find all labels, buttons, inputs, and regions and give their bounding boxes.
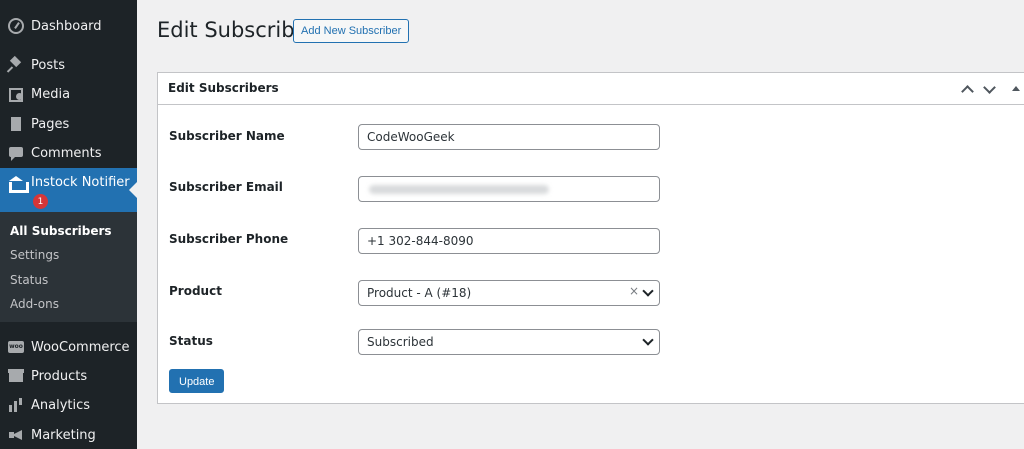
sidebar-submenu: All Subscribers Settings Status Add-ons — [0, 212, 137, 322]
sidebar-item-comments[interactable]: Comments — [0, 138, 137, 168]
sidebar-item-label: Pages — [31, 116, 70, 132]
redacted-email — [369, 185, 549, 194]
status-select[interactable]: Subscribed — [358, 329, 660, 355]
status-selected-value: Subscribed — [367, 335, 434, 349]
submenu-all-subscribers[interactable]: All Subscribers — [10, 224, 112, 238]
pushpin-icon — [8, 57, 24, 73]
sidebar-item-label: Media — [31, 86, 71, 102]
edit-subscribers-box: Edit Subscribers Subscriber Name Subscri… — [157, 72, 1024, 404]
product-select[interactable]: Product - A (#18) × — [358, 280, 660, 306]
chevron-down-icon — [642, 336, 652, 346]
clear-selection-icon[interactable]: × — [629, 284, 639, 298]
subscriber-phone-label: Subscriber Phone — [169, 232, 289, 246]
submenu-status[interactable]: Status — [10, 273, 48, 287]
add-new-subscriber-button[interactable]: Add New Subscriber — [293, 19, 410, 43]
sidebar-item-label: Instock Notifier — [31, 175, 130, 190]
notification-badge: 1 — [33, 194, 48, 209]
sidebar-item-label: Marketing — [31, 427, 96, 443]
sidebar-item-label: Comments — [31, 145, 102, 161]
move-up-icon[interactable] — [960, 82, 974, 96]
subscriber-name-input[interactable] — [358, 124, 660, 150]
megaphone-icon — [8, 427, 24, 443]
subscriber-name-label: Subscriber Name — [169, 129, 285, 143]
subscriber-email-label: Subscriber Email — [169, 180, 283, 194]
woocommerce-icon — [8, 339, 24, 355]
postbox-title: Edit Subscribers — [168, 81, 279, 95]
collapse-toggle-icon[interactable] — [1009, 82, 1023, 96]
box-icon — [8, 368, 24, 384]
sidebar-item-woocommerce[interactable]: WooCommerce — [0, 332, 137, 362]
admin-sidebar: Dashboard Posts Media Pages Comments Ins… — [0, 0, 137, 449]
sidebar-item-dashboard[interactable]: Dashboard — [0, 11, 137, 41]
pages-icon — [8, 116, 24, 132]
media-icon — [8, 86, 24, 102]
sidebar-item-analytics[interactable]: Analytics — [0, 390, 137, 420]
sidebar-item-label: Analytics — [31, 397, 91, 413]
sidebar-item-instock-notifier[interactable]: Instock Notifier 1 — [0, 168, 137, 212]
sidebar-item-pages[interactable]: Pages — [0, 109, 137, 139]
product-selected-value: Product - A (#18) — [367, 286, 472, 300]
postbox-header: Edit Subscribers — [158, 73, 1024, 105]
active-menu-arrow — [129, 182, 137, 198]
sidebar-item-label: WooCommerce — [31, 339, 130, 355]
sidebar-item-label: Products — [31, 368, 88, 384]
status-label: Status — [169, 334, 213, 348]
subscriber-email-input[interactable] — [358, 176, 660, 202]
sidebar-item-label: Dashboard — [31, 18, 102, 34]
subscriber-phone-input[interactable] — [358, 228, 660, 254]
bar-chart-icon — [8, 397, 24, 413]
sidebar-item-marketing[interactable]: Marketing — [0, 420, 137, 449]
move-down-icon[interactable] — [982, 82, 996, 96]
submenu-settings[interactable]: Settings — [10, 248, 59, 262]
chevron-down-icon — [642, 287, 652, 297]
product-label: Product — [169, 284, 222, 298]
sidebar-item-media[interactable]: Media — [0, 79, 137, 109]
comment-icon — [8, 145, 24, 161]
sidebar-item-posts[interactable]: Posts — [0, 50, 137, 80]
sidebar-item-products[interactable]: Products — [0, 361, 137, 391]
submenu-add-ons[interactable]: Add-ons — [10, 297, 59, 311]
bank-icon — [8, 175, 29, 193]
sidebar-item-label: Posts — [31, 57, 65, 73]
dashboard-icon — [8, 18, 24, 34]
update-button[interactable]: Update — [169, 369, 225, 393]
